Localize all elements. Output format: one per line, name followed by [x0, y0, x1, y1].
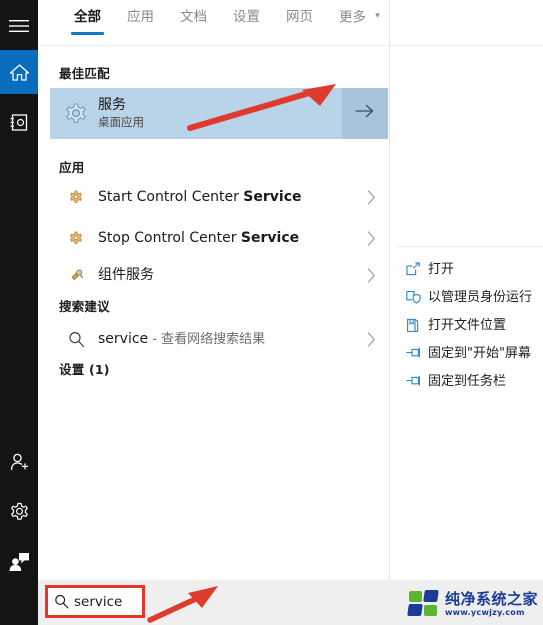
pin-icon: [406, 347, 428, 359]
menu-item-label: 打开: [428, 261, 455, 277]
search-input[interactable]: service: [48, 588, 142, 615]
list-item-app-start-control-center[interactable]: Start Control Center Service: [50, 178, 388, 216]
section-heading-apps: 应用: [59, 160, 85, 175]
menu-item-open-file-location[interactable]: 打开文件位置: [390, 311, 543, 339]
menu-item-label: 以管理员身份运行: [428, 289, 533, 305]
list-item-label: Start Control Center Service: [98, 188, 354, 206]
shield-admin-icon: [406, 290, 428, 304]
section-heading-best-match: 最佳匹配: [59, 66, 110, 81]
tab-more-label: 更多: [339, 9, 366, 26]
best-match-open-button[interactable]: [342, 88, 388, 139]
feedback-person-icon: [8, 552, 30, 572]
watermark-url: www.ycwjzy.com: [444, 607, 525, 617]
tab-strip-divider: [38, 45, 388, 46]
right-panel-top-divider: [390, 45, 543, 46]
open-in-new-icon: [406, 262, 428, 276]
tab-more[interactable]: 更多 ▾: [326, 6, 393, 38]
menu-item-label: 打开文件位置: [428, 317, 507, 333]
search-input-value: service: [74, 593, 123, 610]
tab-apps-label: 应用: [127, 9, 154, 25]
section-heading-search-suggestions: 搜索建议: [59, 299, 110, 314]
suggestion-hint: - 查看网络搜索结果: [148, 331, 266, 347]
sidebar-item-feedback[interactable]: [0, 540, 38, 584]
search-icon: [58, 331, 94, 348]
suggestion-query: service: [98, 330, 149, 347]
chevron-right-icon[interactable]: [354, 267, 388, 283]
component-services-icon: [58, 268, 94, 282]
menu-item-label: 固定到任务栏: [428, 373, 507, 389]
app-gear-icon: [58, 190, 94, 204]
menu-item-label: 固定到"开始"屏幕: [428, 345, 531, 361]
app-label-match: Service: [240, 230, 300, 246]
sidebar-item-hamburger[interactable]: [0, 4, 38, 48]
list-item-label: service - 查看网络搜索结果: [98, 330, 354, 349]
list-item-app-component-services[interactable]: 组件服务: [50, 256, 388, 294]
best-match-text-block: 服务 桌面应用: [98, 97, 342, 130]
search-icon: [48, 594, 74, 609]
preview-detail-panel: 打开 以管理员身份运行 打开文件位置 固定到"开始"屏幕 固定到任务栏: [389, 0, 543, 580]
pin-icon: [406, 375, 428, 387]
watermark-logo-icon: [407, 589, 441, 619]
tab-all[interactable]: 全部: [61, 6, 114, 37]
sidebar-item-home[interactable]: [0, 50, 38, 94]
arrow-right-icon: [355, 104, 375, 123]
sidebar-item-settings[interactable]: [0, 490, 38, 534]
app-label-prefix: Stop Control Center: [98, 230, 241, 246]
chevron-down-icon: ▾: [375, 11, 380, 21]
right-panel-menu-divider: [398, 246, 543, 247]
app-gear-icon: [58, 231, 94, 245]
context-action-menu: 打开 以管理员身份运行 打开文件位置 固定到"开始"屏幕 固定到任务栏: [390, 255, 543, 395]
left-rail-bottom-strip: [0, 580, 38, 625]
menu-item-open[interactable]: 打开: [390, 255, 543, 283]
list-item-label: Stop Control Center Service: [98, 229, 354, 247]
tab-web[interactable]: 网页: [273, 6, 326, 37]
tab-apps[interactable]: 应用: [114, 6, 167, 37]
sidebar-item-account[interactable]: [0, 440, 38, 484]
list-item-app-stop-control-center[interactable]: Stop Control Center Service: [50, 219, 388, 257]
sidebar-item-documents[interactable]: [0, 100, 38, 144]
best-match-result-row[interactable]: 服务 桌面应用: [50, 88, 388, 139]
app-label-match: Service: [243, 189, 302, 205]
windows-search-screen: 全部 应用 文档 设置 网页 更多 ▾ 最佳匹配 服务 桌面应用 应用 Star…: [0, 0, 543, 625]
list-item-label: 组件服务: [98, 266, 354, 284]
watermark: 纯净系统之家 www.ycwjzy.com: [407, 587, 538, 621]
tab-selected-underline: [71, 32, 104, 35]
tab-documents-label: 文档: [180, 9, 207, 25]
menu-item-pin-to-start[interactable]: 固定到"开始"屏幕: [390, 339, 543, 367]
app-label-prefix: 组件服务: [98, 267, 154, 283]
menu-item-run-as-administrator[interactable]: 以管理员身份运行: [390, 283, 543, 311]
services-gear-icon: [58, 101, 94, 127]
watermark-title: 纯净系统之家: [444, 589, 538, 608]
list-item-web-suggestion[interactable]: service - 查看网络搜索结果: [50, 320, 388, 358]
gear-icon: [9, 502, 30, 523]
best-match-title: 服务: [98, 97, 126, 113]
tab-settings[interactable]: 设置: [220, 6, 273, 37]
section-heading-settings: 设置 (1): [59, 362, 110, 377]
tab-web-label: 网页: [286, 9, 313, 25]
chevron-right-icon[interactable]: [354, 331, 388, 347]
start-menu-left-rail: [0, 0, 38, 580]
best-match-subtitle: 桌面应用: [98, 115, 144, 129]
chevron-right-icon[interactable]: [354, 230, 388, 246]
search-results-panel: 全部 应用 文档 设置 网页 更多 ▾ 最佳匹配 服务 桌面应用 应用 Star…: [38, 0, 388, 580]
search-filter-tabs: 全部 应用 文档 设置 网页 更多 ▾: [38, 0, 388, 40]
home-icon: [9, 63, 30, 82]
hamburger-icon: [9, 19, 29, 33]
notebook-icon: [10, 113, 29, 132]
tab-settings-label: 设置: [233, 9, 260, 25]
tab-documents[interactable]: 文档: [167, 6, 220, 37]
person-add-icon: [9, 452, 30, 472]
chevron-right-icon[interactable]: [354, 189, 388, 205]
folder-location-icon: [406, 318, 428, 333]
menu-item-pin-to-taskbar[interactable]: 固定到任务栏: [390, 367, 543, 395]
tab-all-label: 全部: [74, 9, 101, 25]
app-label-prefix: Start Control Center: [98, 189, 244, 205]
